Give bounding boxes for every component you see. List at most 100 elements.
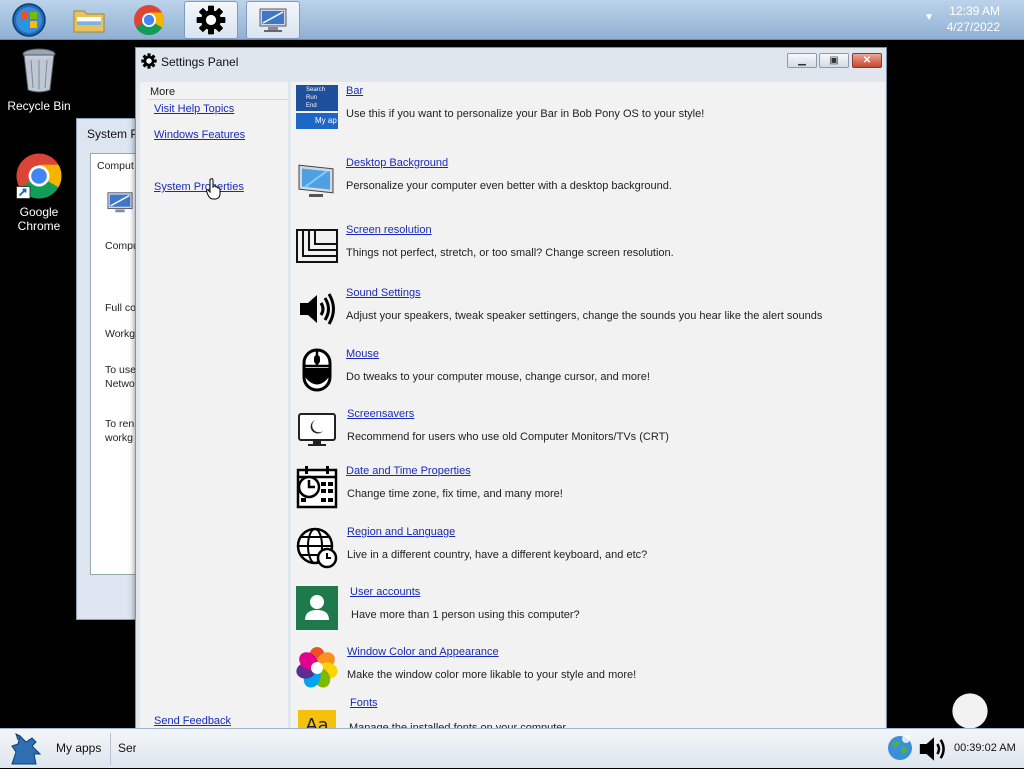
setting-item-screen-resolution[interactable]: Screen resolution Things not perfect, st… xyxy=(295,223,855,271)
setting-desc-screensavers: Recommend for users who use old Computer… xyxy=(347,431,669,443)
bar-preview-line4: My ap xyxy=(315,116,337,125)
setting-link-screensavers[interactable]: Screensavers xyxy=(347,408,414,420)
minimize-button[interactable]: ▁ xyxy=(787,53,817,68)
taskbar-clock[interactable]: 00:39:02 AM xyxy=(954,742,1016,754)
setting-item-region-language[interactable]: Region and Language Live in a different … xyxy=(295,525,855,573)
settings-taskbar-button[interactable] xyxy=(184,1,238,39)
clock-date: 4/27/2022 xyxy=(946,20,1000,34)
setting-link-desktop-background[interactable]: Desktop Background xyxy=(346,157,448,169)
folder-icon xyxy=(73,10,105,33)
settings-panel-window[interactable]: Settings Panel ▁ ▣ ✕ More Visit Help Top… xyxy=(135,47,1019,761)
color-flower-icon xyxy=(295,645,339,691)
close-button[interactable]: ✕ xyxy=(852,53,882,68)
desktop: ▼ 12:39 AM 4/27/2022 Recycle Bin Google … xyxy=(0,0,1024,768)
sidebar-divider xyxy=(148,99,288,100)
setting-link-window-color[interactable]: Window Color and Appearance xyxy=(347,646,499,658)
screensaver-monitor-icon xyxy=(295,407,339,453)
system-fragment: To ren xyxy=(105,418,135,430)
setting-item-screensavers[interactable]: Screensavers Recommend for users who use… xyxy=(295,407,855,455)
my-apps-button[interactable]: My apps xyxy=(56,741,101,755)
minimize-icon: ▁ xyxy=(798,55,806,66)
setting-item-date-time[interactable]: Date and Time Properties Change time zon… xyxy=(295,464,855,512)
chrome-button[interactable] xyxy=(122,1,176,39)
volume-icon[interactable] xyxy=(917,734,951,764)
computer-icon xyxy=(259,8,287,32)
setting-desc-bar: Use this if you want to personalize your… xyxy=(346,108,705,120)
windows-orb-icon xyxy=(12,3,46,37)
chrome-icon xyxy=(134,5,165,36)
pony-start-button[interactable] xyxy=(6,732,46,769)
setting-link-bar[interactable]: Bar xyxy=(346,85,363,97)
sidebar-link-system-properties[interactable]: System Properties xyxy=(154,181,244,193)
bar-preview-line2: Run xyxy=(306,95,318,101)
setting-item-user-accounts[interactable]: User accounts Have more than 1 person us… xyxy=(295,585,855,633)
monitor-wallpaper-icon xyxy=(295,156,339,202)
screen-resolution-icon xyxy=(295,223,339,269)
setting-item-sound-settings[interactable]: Sound Settings Adjust your speakers, twe… xyxy=(295,286,855,334)
setting-desc-screen-resolution: Things not perfect, stretch, or too smal… xyxy=(346,247,674,259)
send-feedback-link[interactable]: Send Feedback xyxy=(154,715,231,727)
globe-icon[interactable] xyxy=(886,733,914,763)
top-clock[interactable]: 12:39 AM 4/27/2022 xyxy=(947,3,1000,35)
system-fragment: workg xyxy=(105,432,134,444)
speaker-icon xyxy=(295,286,339,332)
sidebar-heading: More xyxy=(150,86,176,98)
setting-link-region-language[interactable]: Region and Language xyxy=(347,526,455,538)
chrome-icon xyxy=(16,153,62,199)
system-fragment: Comput xyxy=(97,160,134,172)
tray-expand-icon[interactable]: ▼ xyxy=(924,12,934,23)
desktop-icon-recycle-bin[interactable]: Recycle Bin xyxy=(1,46,77,113)
bar-preview-icon: Search Run End Session My ap xyxy=(295,84,339,130)
setting-link-mouse[interactable]: Mouse xyxy=(346,348,379,360)
taskbar-divider xyxy=(110,733,111,765)
gear-icon xyxy=(196,5,226,35)
setting-item-mouse[interactable]: Mouse Do tweaks to your computer mouse, … xyxy=(295,347,855,395)
setting-desc-date-time: Change time zone, fix time, and many mor… xyxy=(347,488,563,500)
setting-link-sound-settings[interactable]: Sound Settings xyxy=(346,287,421,299)
setting-item-desktop-background[interactable]: Desktop Background Personalize your comp… xyxy=(295,156,855,204)
pony-logo-icon xyxy=(11,733,42,765)
sidebar-link-windows-features[interactable]: Windows Features xyxy=(154,129,245,141)
file-explorer-button[interactable] xyxy=(62,1,116,39)
gear-icon xyxy=(141,53,157,69)
setting-link-date-time[interactable]: Date and Time Properties xyxy=(346,465,471,477)
setting-link-fonts[interactable]: Fonts xyxy=(350,697,378,709)
start-orb-button[interactable] xyxy=(2,1,56,39)
setting-desc-user-accounts: Have more than 1 person using this compu… xyxy=(351,609,580,621)
bar-preview-line3: End Session xyxy=(306,103,317,109)
desktop-icon-chrome[interactable]: Google Chrome xyxy=(1,152,77,233)
top-taskbar: ▼ 12:39 AM 4/27/2022 xyxy=(0,0,1024,40)
hand-cursor-icon xyxy=(206,178,221,200)
chrome-label-line1: Google xyxy=(19,205,59,219)
system-properties-taskbar-button[interactable] xyxy=(246,1,300,39)
computer-icon xyxy=(107,192,133,213)
setting-desc-region-language: Live in a different country, have a diff… xyxy=(347,549,648,561)
setting-link-user-accounts[interactable]: User accounts xyxy=(350,586,420,598)
settings-titlebar[interactable]: Settings Panel ▁ ▣ ✕ xyxy=(136,48,886,76)
setting-link-screen-resolution[interactable]: Screen resolution xyxy=(346,224,432,236)
globe-clock-icon xyxy=(295,525,339,571)
close-icon: ✕ xyxy=(862,55,872,66)
taskbar-task-button[interactable]: Ser xyxy=(118,741,136,755)
bar-preview-line1: Search xyxy=(306,87,326,93)
setting-desc-sound-settings: Adjust your speakers, tweak speaker sett… xyxy=(346,310,823,322)
maximize-button[interactable]: ▣ xyxy=(819,53,849,68)
user-account-icon xyxy=(295,585,339,631)
sidebar-link-help-topics[interactable]: Visit Help Topics xyxy=(154,103,234,115)
setting-desc-desktop-background: Personalize your computer even better wi… xyxy=(346,180,672,192)
setting-item-bar[interactable]: Search Run End Session My ap Bar Use thi… xyxy=(295,84,855,132)
clock-time: 12:39 AM xyxy=(949,4,1000,18)
settings-window-title: Settings Panel xyxy=(161,55,239,69)
setting-item-window-color[interactable]: Window Color and Appearance Make the win… xyxy=(295,645,855,693)
maximize-icon: ▣ xyxy=(829,55,839,66)
chrome-label-line2: Chrome xyxy=(17,219,61,233)
system-fragment: Workg xyxy=(105,328,136,340)
recycle-bin-icon xyxy=(22,48,56,93)
settings-content: Search Run End Session My ap Bar Use thi… xyxy=(291,82,1019,760)
system-fragment: Compu xyxy=(105,240,139,252)
system-fragment: Netwo xyxy=(105,378,135,390)
recycle-bin-label: Recycle Bin xyxy=(7,99,71,113)
system-window-title: System P xyxy=(87,127,139,141)
setting-desc-window-color: Make the window color more likable to yo… xyxy=(347,669,637,681)
mouse-icon xyxy=(295,347,339,393)
